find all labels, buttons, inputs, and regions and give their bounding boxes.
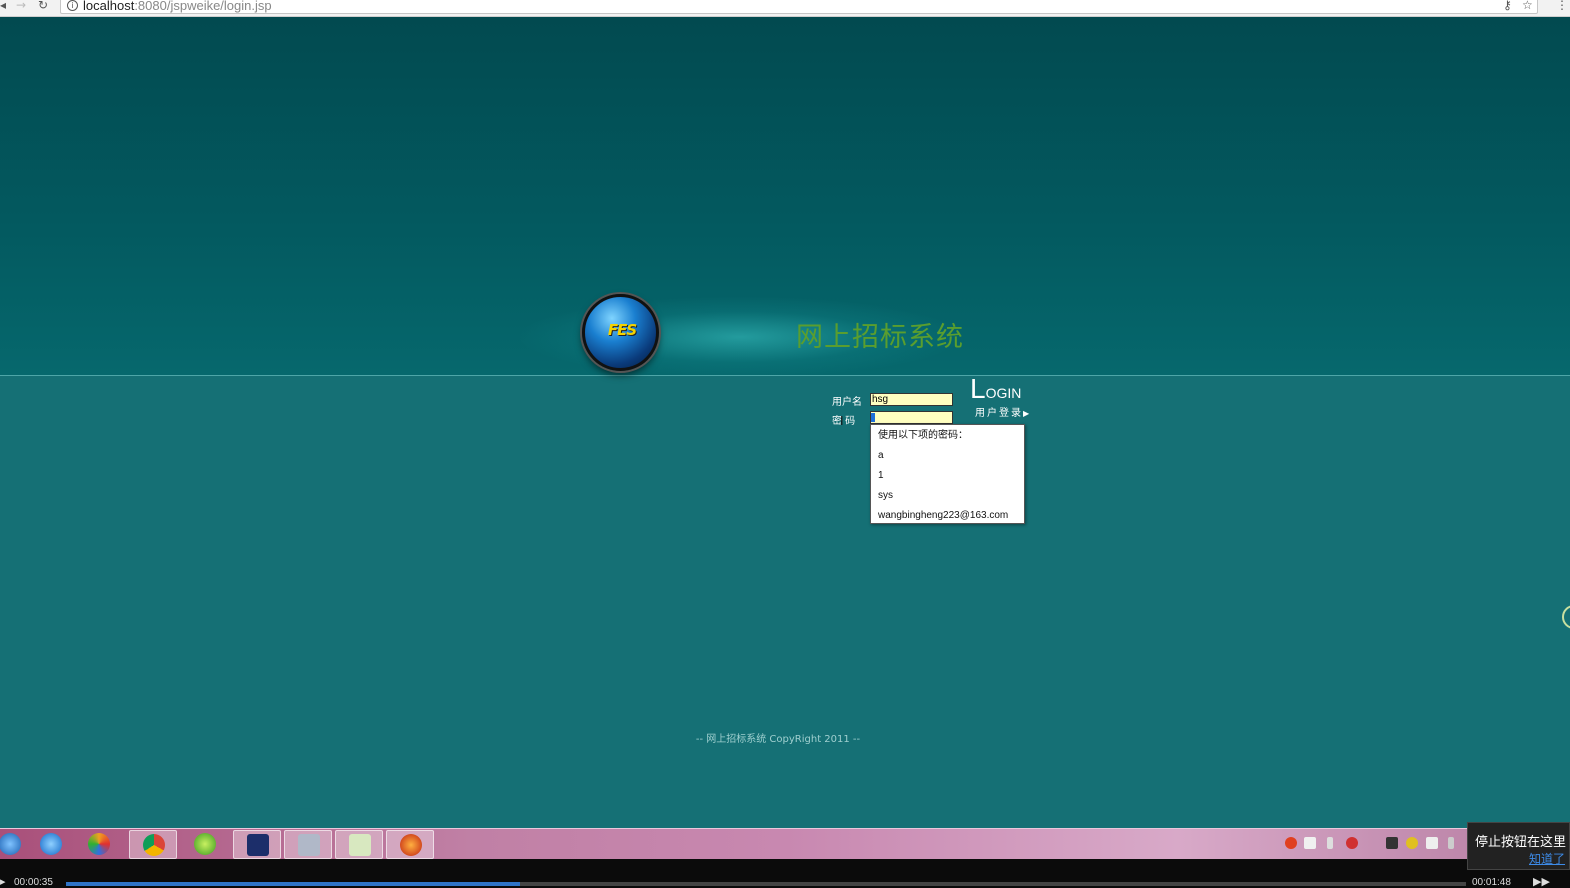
star-icon[interactable]: ☆ <box>1522 0 1533 12</box>
text-caret <box>871 413 875 422</box>
taskbar-notepad[interactable] <box>335 830 383 859</box>
address-bar[interactable]: i localhost:8080/jspweike/login.jsp <box>60 0 1538 14</box>
volume-icon[interactable] <box>1448 837 1454 849</box>
forward-arrow-icon[interactable]: → <box>16 0 26 14</box>
info-icon[interactable]: i <box>67 0 78 11</box>
autofill-option[interactable]: wangbingheng223@163.com <box>871 508 1024 528</box>
fes-logo: FES <box>582 294 659 371</box>
reload-icon[interactable]: ↻ <box>38 0 48 14</box>
play-arrow-icon: ▶ <box>1023 409 1030 418</box>
taskbar-ie[interactable] <box>27 830 75 859</box>
green-app-icon <box>194 833 216 855</box>
login-heading: LOGIN <box>970 375 1021 403</box>
video-player-bar: ▸ 00:00:35 00:01:48 ▶▶ <box>0 859 1570 888</box>
taskbar <box>0 828 1570 859</box>
password-autofill-dropdown: 使用以下项的密码： a 1 sys wangbingheng223@163.co… <box>870 424 1025 524</box>
autofill-option[interactable]: 1 <box>871 468 1024 488</box>
username-input[interactable]: hsg <box>870 393 953 406</box>
tooltip-popup: 停止按钮在这里 知道了 <box>1467 822 1570 870</box>
sogou-icon[interactable] <box>1285 837 1297 849</box>
fast-forward-icon[interactable]: ▶▶ <box>1533 875 1550 888</box>
progress-track[interactable] <box>66 882 1466 886</box>
logo-text: FES <box>607 321 637 339</box>
current-time: 00:00:35 <box>14 877 53 888</box>
login-heading-rest: OGIN <box>985 385 1022 401</box>
recorder-icon <box>400 834 422 856</box>
taskbar-media[interactable] <box>75 830 123 859</box>
autofill-option[interactable]: sys <box>871 488 1024 508</box>
autofill-header: 使用以下项的密码： <box>878 430 968 441</box>
windows-start-icon <box>0 833 21 855</box>
login-heading-initial: L <box>970 373 986 404</box>
login-button[interactable]: 用户登录▶ <box>975 404 1029 419</box>
ie-icon <box>40 833 62 855</box>
taskbar-eclipse[interactable] <box>233 830 281 859</box>
taskbar-recorder[interactable] <box>386 830 434 859</box>
media-icon <box>88 833 110 855</box>
taskbar-tool[interactable] <box>284 830 332 859</box>
eclipse-icon <box>247 834 269 856</box>
key-icon[interactable]: ⚷ <box>1503 0 1512 12</box>
tooltip-dismiss-link[interactable]: 知道了 <box>1529 850 1565 867</box>
password-label: 密 码 <box>832 416 856 427</box>
tooltip-text: 停止按钮在这里 <box>1475 835 1567 850</box>
system-title: 网上招标系统 <box>796 322 964 353</box>
divider <box>0 375 1570 376</box>
taskbar-chrome[interactable] <box>129 830 177 859</box>
progress-fill <box>66 882 520 886</box>
url-text: localhost:8080/jspweike/login.jsp <box>83 0 272 13</box>
username-label: 用户名 <box>832 397 862 408</box>
play-icon[interactable]: ▸ <box>0 875 6 888</box>
security-icon[interactable] <box>1406 837 1418 849</box>
ibeam-cursor-icon: I <box>840 414 844 428</box>
notepad-icon <box>349 834 371 856</box>
display-icon[interactable] <box>1426 837 1438 849</box>
side-floating-button[interactable] <box>1562 605 1570 629</box>
login-button-label: 用户登录 <box>975 408 1023 419</box>
browser-toolbar: ◂ → ↻ i localhost:8080/jspweike/login.js… <box>0 0 1570 17</box>
antivirus-icon[interactable] <box>1346 837 1358 849</box>
password-input[interactable] <box>870 411 953 424</box>
keyboard-icon[interactable] <box>1304 837 1316 849</box>
back-arrow-icon[interactable]: ◂ <box>0 0 6 14</box>
tool-icon <box>298 834 320 856</box>
network-icon[interactable] <box>1386 837 1398 849</box>
autofill-option[interactable]: a <box>871 448 1024 468</box>
menu-icon[interactable]: ⋮ <box>1556 0 1568 12</box>
total-time: 00:01:48 <box>1472 877 1511 888</box>
thermometer-icon[interactable] <box>1327 837 1333 849</box>
chrome-icon <box>143 834 165 856</box>
login-page: FES 网上招标系统 用户名 密 码 hsg LOGIN 用户登录▶ 使用以下项… <box>0 17 1570 828</box>
copyright-text: -- 网上招标系统 CopyRight 2011 -- <box>695 734 861 745</box>
taskbar-green-app[interactable] <box>181 830 229 859</box>
system-tray <box>1282 835 1462 855</box>
